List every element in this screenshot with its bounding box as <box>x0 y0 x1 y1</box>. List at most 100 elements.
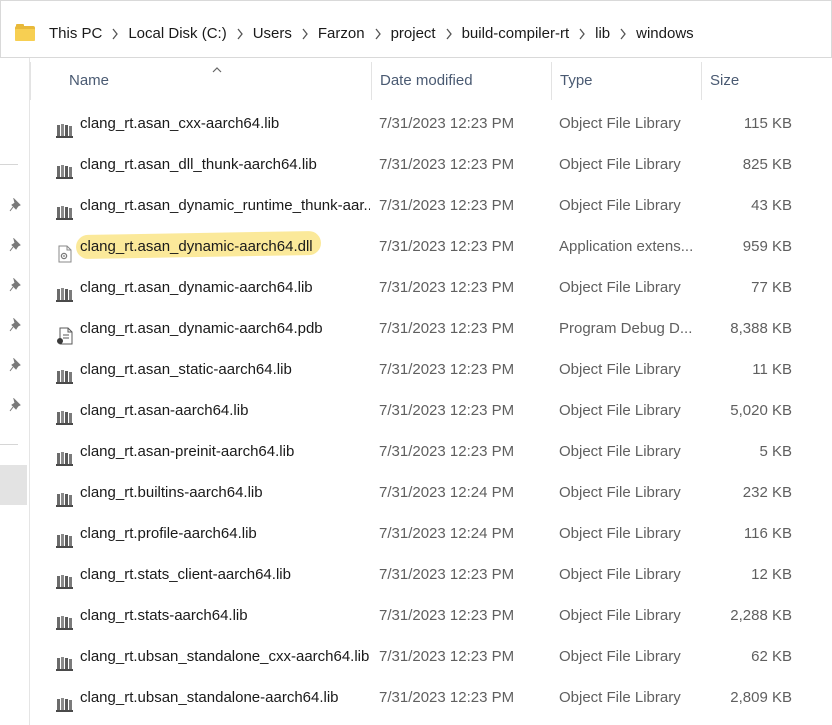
lib-icon <box>56 156 74 179</box>
file-size: 115 KB <box>743 115 792 132</box>
file-name: clang_rt.asan_dynamic_runtime_thunk-aar.… <box>80 197 370 214</box>
file-type: Object File Library <box>559 648 681 665</box>
file-size: 959 KB <box>742 238 792 255</box>
chevron-right-icon[interactable] <box>365 26 391 41</box>
lib-icon <box>56 566 74 589</box>
file-name: clang_rt.asan-preinit-aarch64.lib <box>80 443 295 460</box>
file-type: Program Debug D... <box>559 320 693 337</box>
file-row[interactable]: clang_rt.asan_dynamic_runtime_thunk-aar.… <box>30 185 832 226</box>
breadcrumb-windows[interactable]: windows <box>636 25 694 42</box>
pin-icon[interactable] <box>9 277 23 292</box>
file-type: Object File Library <box>559 279 681 296</box>
file-row[interactable]: clang_rt.asan-preinit-aarch64.lib 7/31/20… <box>30 431 832 472</box>
file-name: clang_rt.stats_client-aarch64.lib <box>80 566 291 583</box>
file-type: Object File Library <box>559 443 681 460</box>
file-name: clang_rt.builtins-aarch64.lib <box>80 484 263 501</box>
column-size[interactable]: Size <box>701 62 802 100</box>
chevron-right-icon[interactable] <box>227 26 253 41</box>
file-date-modified: 7/31/2023 12:23 PM <box>379 443 515 460</box>
file-row[interactable]: clang_rt.ubsan_standalone_cxx-aarch64.li… <box>30 636 832 677</box>
pin-icon[interactable] <box>9 197 23 212</box>
breadcrumb-this-pc[interactable]: This PC <box>49 25 102 42</box>
file-date-modified: 7/31/2023 12:23 PM <box>379 238 515 255</box>
file-row[interactable]: clang_rt.asan-aarch64.lib 7/31/2023 12:23… <box>30 390 832 431</box>
folder-icon <box>15 24 37 42</box>
address-bar[interactable]: This PC Local Disk (C:) Users Farzon pro… <box>0 0 832 58</box>
pdb-icon <box>56 320 74 345</box>
file-date-modified: 7/31/2023 12:24 PM <box>379 484 515 501</box>
file-row[interactable]: clang_rt.profile-aarch64.lib 7/31/2023 12… <box>30 513 832 554</box>
lib-icon <box>56 115 74 138</box>
file-row[interactable]: clang_rt.asan_cxx-aarch64.lib 7/31/2023 1… <box>30 103 832 144</box>
file-date-modified: 7/31/2023 12:23 PM <box>379 361 515 378</box>
column-date-modified[interactable]: Date modified <box>371 62 551 100</box>
file-type: Object File Library <box>559 607 681 624</box>
pin-icon[interactable] <box>9 317 23 332</box>
file-type: Object File Library <box>559 566 681 583</box>
nav-item-selected[interactable] <box>0 465 27 505</box>
file-size: 2,809 KB <box>730 689 792 706</box>
file-row[interactable]: clang_rt.asan_dll_thunk-aarch64.lib 7/31/… <box>30 144 832 185</box>
breadcrumb-lib[interactable]: lib <box>595 25 610 42</box>
file-date-modified: 7/31/2023 12:23 PM <box>379 648 515 665</box>
column-type[interactable]: Type <box>551 62 701 100</box>
chevron-right-icon[interactable] <box>292 26 318 41</box>
file-size: 116 KB <box>743 525 792 542</box>
breadcrumb-users[interactable]: Users <box>253 25 292 42</box>
file-row[interactable]: clang_rt.asan_dynamic-aarch64.dll 7/31/20… <box>30 226 832 267</box>
file-name: clang_rt.asan-aarch64.lib <box>80 402 249 419</box>
chevron-right-icon[interactable] <box>610 26 636 41</box>
navigation-pane <box>0 58 28 725</box>
file-row[interactable]: clang_rt.asan_dynamic-aarch64.lib 7/31/20… <box>30 267 832 308</box>
file-size: 232 KB <box>742 484 792 501</box>
chevron-right-icon[interactable] <box>436 26 462 41</box>
file-name: clang_rt.ubsan_standalone-aarch64.lib <box>80 689 339 706</box>
breadcrumb-project[interactable]: project <box>391 25 436 42</box>
file-date-modified: 7/31/2023 12:23 PM <box>379 156 515 173</box>
breadcrumb-farzon[interactable]: Farzon <box>318 25 365 42</box>
lib-icon <box>56 197 74 220</box>
nav-divider <box>0 164 18 165</box>
breadcrumb: This PC Local Disk (C:) Users Farzon pro… <box>15 21 694 45</box>
pin-icon[interactable] <box>9 397 23 412</box>
file-type: Object File Library <box>559 115 681 132</box>
breadcrumb-build-compiler-rt[interactable]: build-compiler-rt <box>462 25 570 42</box>
file-name: clang_rt.ubsan_standalone_cxx-aarch64.li… <box>80 648 370 665</box>
file-type: Object File Library <box>559 197 681 214</box>
file-type: Object File Library <box>559 525 681 542</box>
file-date-modified: 7/31/2023 12:23 PM <box>379 197 515 214</box>
file-name: clang_rt.stats-aarch64.lib <box>80 607 248 624</box>
dll-icon <box>56 238 74 263</box>
file-size: 5,020 KB <box>730 402 792 419</box>
file-date-modified: 7/31/2023 12:23 PM <box>379 402 515 419</box>
pin-icon[interactable] <box>9 357 23 372</box>
pin-icon[interactable] <box>9 237 23 252</box>
file-row[interactable]: clang_rt.builtins-aarch64.lib 7/31/2023 1… <box>30 472 832 513</box>
chevron-right-icon[interactable] <box>102 26 128 41</box>
nav-divider <box>0 444 18 445</box>
file-size: 77 KB <box>751 279 792 296</box>
file-type: Object File Library <box>559 484 681 501</box>
lib-icon <box>56 484 74 507</box>
file-type: Object File Library <box>559 689 681 706</box>
file-row[interactable]: clang_rt.stats-aarch64.lib 7/31/2023 12:2… <box>30 595 832 636</box>
file-row[interactable]: clang_rt.asan_dynamic-aarch64.pdb 7/31/20… <box>30 308 832 349</box>
file-date-modified: 7/31/2023 12:23 PM <box>379 279 515 296</box>
lib-icon <box>56 607 74 630</box>
file-size: 2,288 KB <box>730 607 792 624</box>
lib-icon <box>56 402 74 425</box>
file-type: Object File Library <box>559 361 681 378</box>
column-header: Name Date modified Type Size <box>30 62 832 100</box>
breadcrumb-local-disk[interactable]: Local Disk (C:) <box>128 25 226 42</box>
file-row[interactable]: clang_rt.stats_client-aarch64.lib 7/31/20… <box>30 554 832 595</box>
column-divider[interactable] <box>30 62 31 100</box>
file-name: clang_rt.asan_dll_thunk-aarch64.lib <box>80 156 317 173</box>
file-date-modified: 7/31/2023 12:23 PM <box>379 689 515 706</box>
file-name: clang_rt.profile-aarch64.lib <box>80 525 257 542</box>
chevron-right-icon[interactable] <box>569 26 595 41</box>
file-row[interactable]: clang_rt.asan_static-aarch64.lib 7/31/202… <box>30 349 832 390</box>
file-type: Object File Library <box>559 402 681 419</box>
file-size: 11 KB <box>752 361 792 378</box>
column-name[interactable]: Name <box>61 62 371 100</box>
file-row[interactable]: clang_rt.ubsan_standalone-aarch64.lib 7/3… <box>30 677 832 718</box>
